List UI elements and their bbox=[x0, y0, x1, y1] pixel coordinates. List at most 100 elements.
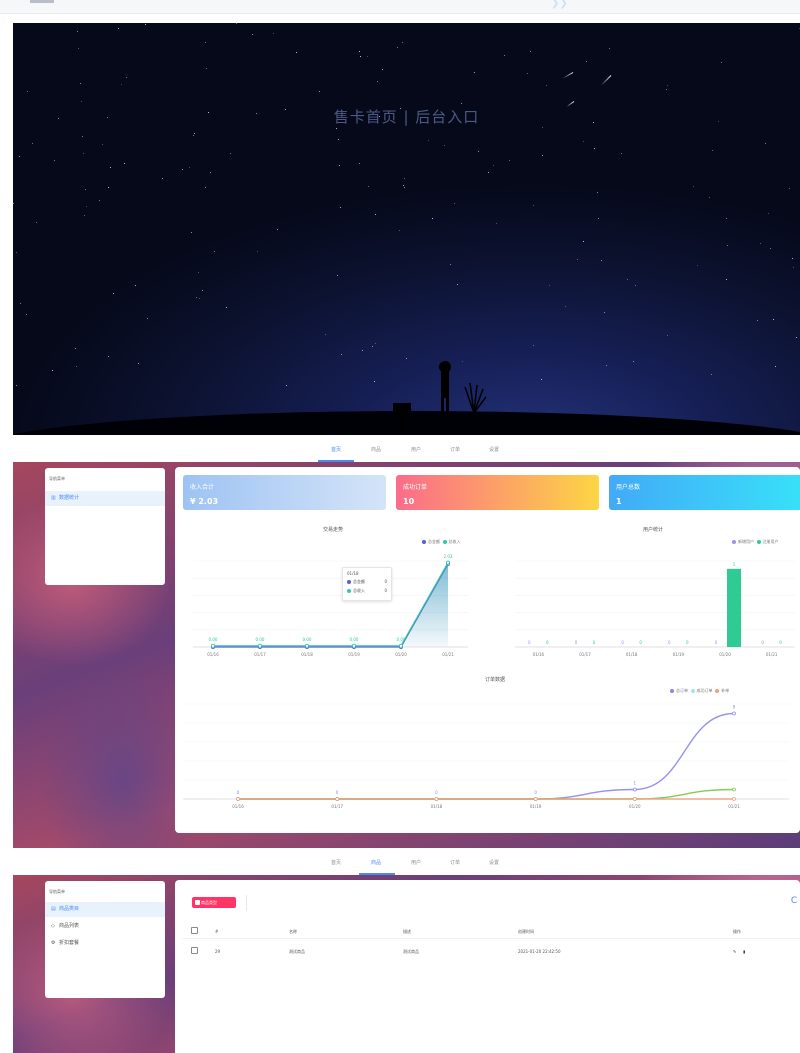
sidebar-item-discount[interactable]: ⚙ 折扣套餐 bbox=[45, 936, 165, 951]
star bbox=[477, 150, 479, 152]
add-category-label: 商品类型 bbox=[201, 900, 217, 905]
nav-item-products[interactable]: 商品 bbox=[371, 446, 381, 453]
star bbox=[362, 349, 364, 351]
stat-card-orders: 成功订单 10 bbox=[396, 475, 599, 510]
order-chart-title: 订单数据 bbox=[485, 677, 506, 683]
x-tick-label: 01/21 bbox=[766, 652, 778, 657]
star bbox=[443, 145, 445, 147]
star bbox=[504, 54, 506, 56]
sidebar-item-categories[interactable]: ▤ 商品类目 bbox=[45, 902, 165, 917]
star bbox=[577, 259, 579, 261]
data-point bbox=[533, 797, 538, 801]
nav-item-settings[interactable]: 设置 bbox=[489, 859, 499, 866]
delete-icon[interactable]: ▮ bbox=[743, 949, 745, 954]
star bbox=[608, 47, 610, 49]
star bbox=[126, 77, 128, 79]
nav-item-products[interactable]: 商品 bbox=[371, 859, 381, 866]
data-label: 0 bbox=[546, 640, 549, 645]
star bbox=[375, 214, 377, 216]
sidebar-item-product-list[interactable]: ◇ 商品列表 bbox=[45, 919, 165, 934]
col-header-actions: 操作 bbox=[733, 929, 741, 934]
top-strip: ❯❯ bbox=[0, 0, 800, 14]
star bbox=[210, 171, 212, 173]
data-point bbox=[258, 643, 263, 648]
nav-item-users[interactable]: 用户 bbox=[411, 859, 421, 866]
star bbox=[193, 134, 195, 136]
star bbox=[726, 278, 727, 280]
data-label: 1 bbox=[733, 562, 736, 567]
meteor bbox=[600, 75, 612, 86]
data-point bbox=[236, 797, 240, 801]
cell-id: 29 bbox=[215, 949, 221, 954]
data-point bbox=[732, 787, 736, 792]
x-tick-label: 01/20 bbox=[719, 652, 731, 657]
star bbox=[108, 187, 110, 189]
bar-registered-users bbox=[727, 568, 741, 647]
tooltip-value: 0 bbox=[384, 588, 387, 593]
x-tick-label: 01/19 bbox=[530, 804, 542, 809]
bar-chart-icon: ▥ bbox=[51, 495, 56, 501]
star bbox=[721, 61, 723, 63]
chevron-right-icon: ❯❯ bbox=[551, 0, 568, 9]
star bbox=[696, 265, 698, 267]
legend-label: 新增用户 bbox=[738, 539, 754, 544]
stat-card-value: 10 bbox=[403, 497, 415, 506]
data-label: 0 bbox=[593, 640, 596, 645]
data-label: 0 bbox=[528, 640, 531, 645]
nav-item-users[interactable]: 用户 bbox=[411, 446, 421, 453]
x-tick-label: 01/16 bbox=[207, 652, 219, 657]
data-point bbox=[398, 643, 403, 648]
star bbox=[603, 312, 605, 314]
star bbox=[144, 24, 146, 26]
data-label: 0.00 bbox=[303, 637, 312, 642]
star bbox=[120, 83, 122, 85]
x-tick-label: 01/18 bbox=[626, 652, 638, 657]
star bbox=[338, 164, 340, 166]
stat-card-users: 用户总数 1 bbox=[609, 475, 800, 510]
star bbox=[454, 203, 456, 205]
data-point bbox=[434, 797, 439, 801]
legend-swatch bbox=[670, 689, 674, 693]
refresh-button[interactable]: C 刷 bbox=[791, 896, 800, 906]
nav-item-settings[interactable]: 设置 bbox=[489, 446, 499, 453]
tag-icon bbox=[195, 900, 200, 905]
trade-chart-tooltip: 01/18 总金额 0 总收入 0 bbox=[342, 567, 392, 601]
hero-title[interactable]: 售卡首页 | 后台入口 bbox=[13, 106, 800, 127]
data-point bbox=[335, 797, 340, 801]
stat-card-label: 用户总数 bbox=[616, 484, 641, 491]
x-tick-label: 01/20 bbox=[395, 652, 407, 657]
row-checkbox[interactable] bbox=[191, 947, 198, 954]
sidebar-item-stats[interactable]: ▥ 数据统计 bbox=[45, 491, 165, 506]
select-all-checkbox[interactable] bbox=[191, 927, 198, 934]
star bbox=[382, 69, 384, 71]
star bbox=[533, 204, 535, 206]
star bbox=[83, 153, 85, 155]
x-tick-label: 01/19 bbox=[673, 652, 685, 657]
nav-item-home[interactable]: 首页 bbox=[331, 859, 341, 866]
star bbox=[449, 264, 451, 266]
nav-item-orders[interactable]: 订单 bbox=[450, 446, 460, 453]
star bbox=[198, 271, 199, 273]
x-tick-label: 01/17 bbox=[331, 804, 343, 809]
add-category-button[interactable]: 商品类型 bbox=[192, 897, 236, 908]
star bbox=[775, 365, 777, 367]
star bbox=[196, 296, 198, 298]
edit-icon[interactable]: ✎ bbox=[733, 949, 736, 954]
star bbox=[792, 258, 794, 259]
nav-item-home[interactable]: 首页 bbox=[331, 446, 341, 453]
nav-item-orders[interactable]: 订单 bbox=[450, 859, 460, 866]
star bbox=[404, 186, 406, 188]
data-label: 0 bbox=[575, 640, 578, 645]
star bbox=[401, 42, 403, 44]
x-tick-label: 01/18 bbox=[431, 804, 443, 809]
star bbox=[98, 199, 100, 201]
star bbox=[15, 252, 17, 254]
star bbox=[277, 228, 279, 230]
star bbox=[367, 56, 369, 58]
star bbox=[225, 306, 227, 308]
star bbox=[773, 318, 775, 320]
mailbox-silhouette bbox=[393, 403, 411, 433]
star bbox=[621, 153, 623, 155]
legend-swatch bbox=[690, 689, 695, 693]
star bbox=[398, 230, 400, 232]
